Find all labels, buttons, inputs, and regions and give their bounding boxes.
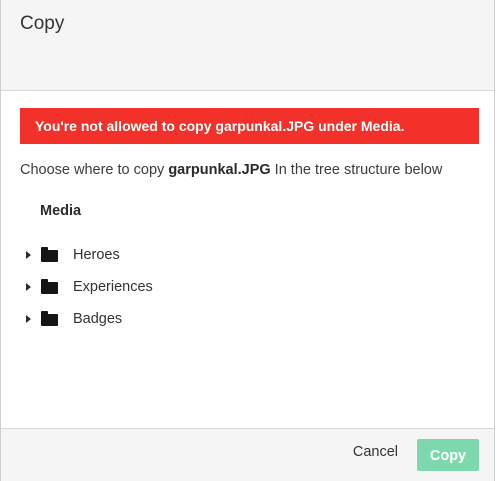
tree-item-label: Badges: [73, 311, 123, 327]
copy-dialog: Copy You're not allowed to copy garpunka…: [0, 0, 495, 481]
tree-item-badges[interactable]: Badges: [26, 303, 477, 335]
tree-item-label: Experiences: [73, 279, 153, 295]
dialog-header: Copy: [1, 0, 494, 91]
folder-tree: Heroes Experiences Badges: [26, 239, 477, 335]
instruction-filename: garpunkal.JPG: [168, 162, 271, 178]
instruction-suffix: In the tree structure below: [270, 162, 443, 178]
caret-right-icon[interactable]: [26, 251, 31, 259]
folder-icon: [41, 311, 58, 326]
tree-item-heroes[interactable]: Heroes: [26, 239, 477, 271]
dialog-body: You're not allowed to copy garpunkal.JPG…: [1, 91, 494, 335]
error-alert: You're not allowed to copy garpunkal.JPG…: [20, 108, 479, 144]
dialog-footer: Cancel Copy: [1, 428, 494, 481]
folder-icon: [41, 247, 58, 262]
tree-item-label: Heroes: [73, 247, 120, 263]
caret-right-icon[interactable]: [26, 283, 31, 291]
copy-button[interactable]: Copy: [417, 439, 479, 471]
folder-icon: [41, 279, 58, 294]
instruction-prefix: Choose where to copy: [20, 162, 169, 178]
cancel-button[interactable]: Cancel: [353, 444, 398, 460]
copy-instruction: Choose where to copy garpunkal.JPG In th…: [20, 162, 477, 178]
caret-right-icon[interactable]: [26, 315, 31, 323]
tree-root-media[interactable]: Media: [40, 203, 477, 219]
tree-item-experiences[interactable]: Experiences: [26, 271, 477, 303]
dialog-title: Copy: [20, 13, 65, 34]
